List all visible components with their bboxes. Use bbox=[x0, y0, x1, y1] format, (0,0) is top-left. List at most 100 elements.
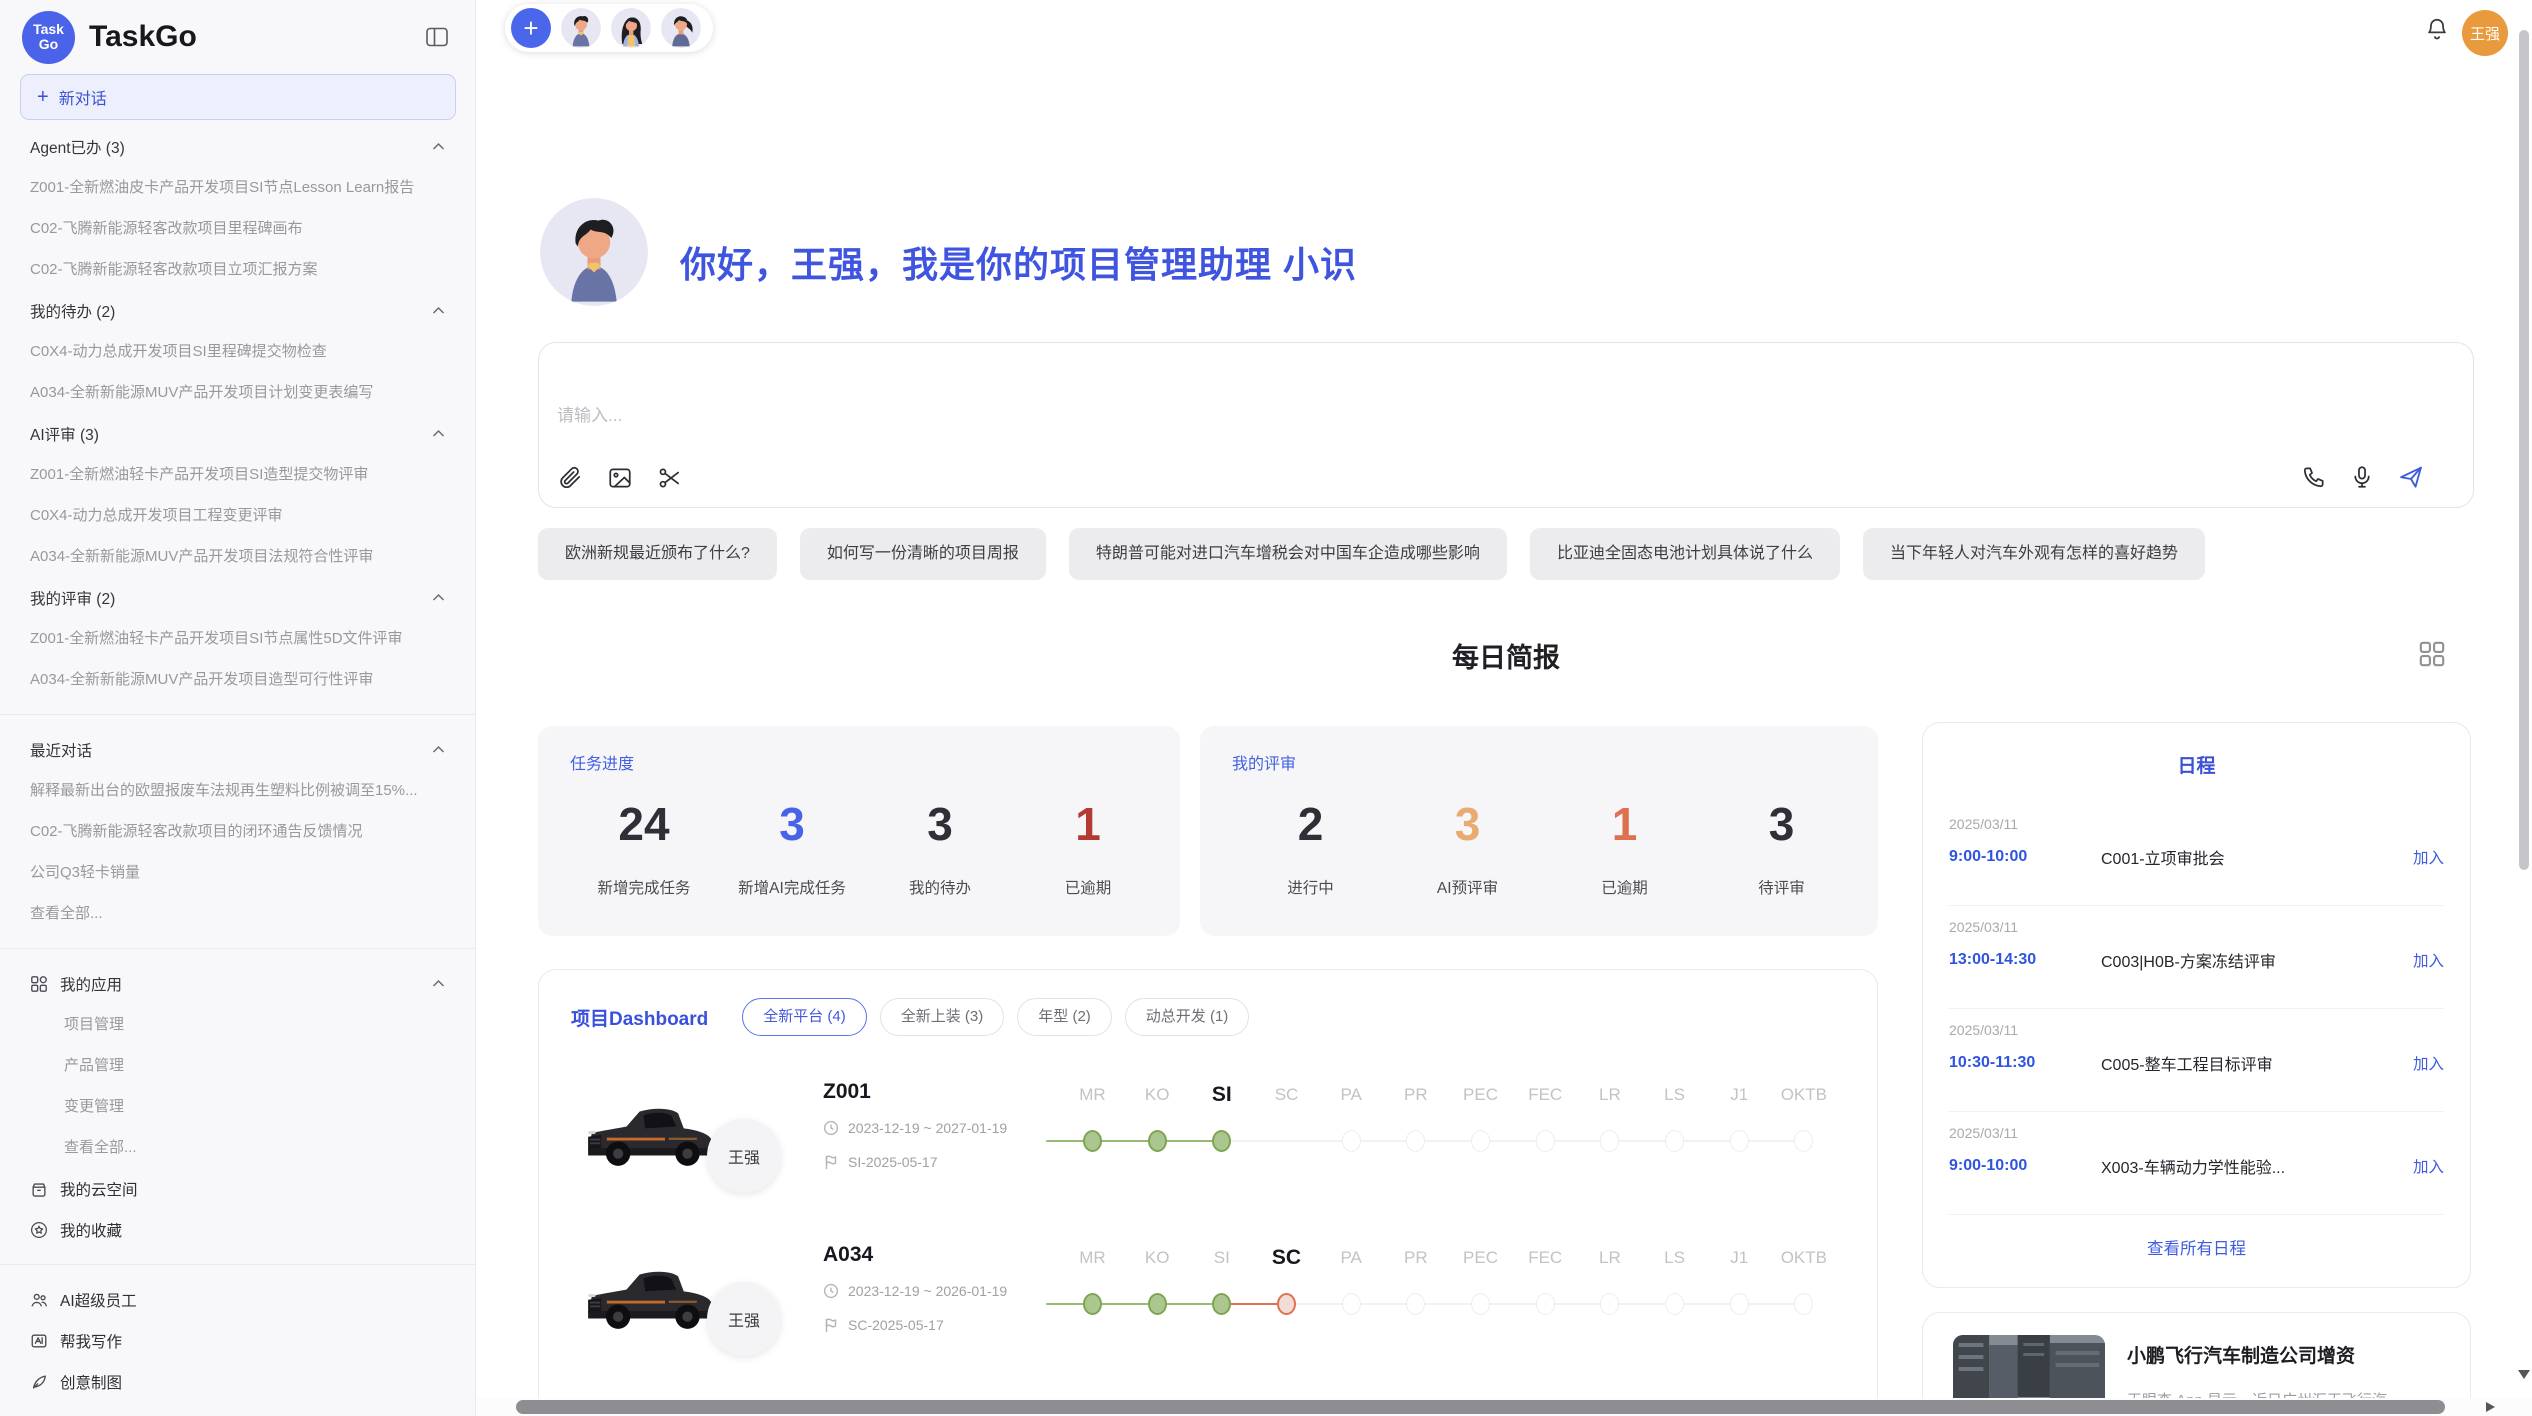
join-meeting-link[interactable]: 加入 bbox=[2413, 1052, 2444, 1074]
recent-chat-item[interactable]: 解释最新出台的欧盟报废车法规再生塑料比例被调至15%... bbox=[0, 770, 475, 811]
app-item[interactable]: 项目管理 bbox=[0, 1004, 475, 1045]
sidebar-collapse-icon[interactable] bbox=[425, 26, 449, 48]
suggestion-chip[interactable]: 比亚迪全固态电池计划具体说了什么 bbox=[1530, 528, 1840, 580]
vertical-scrollbar-thumb[interactable] bbox=[2519, 30, 2529, 870]
sidebar-tool-write[interactable]: 帮我写作 bbox=[0, 1320, 475, 1361]
milestone-dot bbox=[1730, 1130, 1749, 1152]
stat-value: 3 bbox=[718, 794, 866, 854]
app-item[interactable]: 产品管理 bbox=[0, 1045, 475, 1086]
sidebar-link-box[interactable]: 我的云空间 bbox=[0, 1168, 475, 1209]
sidebar-section-header[interactable]: 我的评审 (2) bbox=[0, 577, 475, 618]
suggestion-chip[interactable]: 特朗普可能对进口汽车增税会对中国车企造成哪些影响 bbox=[1069, 528, 1507, 580]
milestone-SC: SC bbox=[1254, 1078, 1319, 1178]
milestone-label: SC bbox=[1254, 1078, 1319, 1112]
member-avatar-2[interactable] bbox=[611, 8, 651, 48]
stat: 3待评审 bbox=[1703, 794, 1860, 898]
sidebar-links: 我的云空间我的收藏 bbox=[0, 1168, 475, 1250]
sidebar-item[interactable]: C02-飞腾新能源轻客改款项目里程碑画布 bbox=[0, 208, 475, 249]
suggestion-chip[interactable]: 如何写一份清晰的项目周报 bbox=[800, 528, 1046, 580]
new-chat-label: 新对话 bbox=[59, 85, 107, 109]
scissors-icon[interactable] bbox=[657, 465, 683, 491]
filter-pill[interactable]: 年型 (2) bbox=[1017, 998, 1112, 1036]
send-icon[interactable] bbox=[2397, 463, 2425, 491]
project-row[interactable]: 王强A0342023-12-19 ~ 2026-01-19SC-2025-05-… bbox=[539, 1241, 1878, 1404]
notification-bell-icon[interactable] bbox=[2424, 16, 2450, 49]
team-members-pill: + bbox=[505, 4, 713, 52]
chat-composer bbox=[538, 342, 2474, 508]
sidebar-item[interactable]: Z001-全新燃油轻卡产品开发项目SI造型提交物评审 bbox=[0, 454, 475, 495]
recent-chat-item[interactable]: C02-飞腾新能源轻客改款项目的闭环通告反馈情况 bbox=[0, 811, 475, 852]
sidebar-section-header[interactable]: AI评审 (3) bbox=[0, 413, 475, 454]
view-all-schedule-link[interactable]: 查看所有日程 bbox=[1923, 1235, 2470, 1259]
sidebar-tool-label: 帮我写作 bbox=[60, 1330, 122, 1352]
stat-value: 1 bbox=[1546, 794, 1703, 854]
sidebar-item[interactable]: A034-全新新能源MUV产品开发项目法规符合性评审 bbox=[0, 536, 475, 577]
sidebar-item[interactable]: A034-全新新能源MUV产品开发项目造型可行性评审 bbox=[0, 659, 475, 700]
join-meeting-link[interactable]: 加入 bbox=[2413, 1155, 2444, 1177]
member-avatar-1[interactable] bbox=[561, 8, 601, 48]
milestone-label: KO bbox=[1125, 1241, 1190, 1275]
milestone-timeline: MRKOSISCPAPRPECFECLRLSJ1OKTB bbox=[1060, 1241, 1836, 1351]
attachment-icon[interactable] bbox=[557, 465, 583, 491]
recent-chat-item[interactable]: 查看全部... bbox=[0, 893, 475, 934]
filter-pill[interactable]: 全新上装 (3) bbox=[880, 998, 1005, 1036]
sidebar-item[interactable]: C0X4-动力总成开发项目工程变更评审 bbox=[0, 495, 475, 536]
briefing-layout-icon[interactable] bbox=[2418, 640, 2446, 673]
news-title: 小鹏飞行汽车制造公司增资 bbox=[2127, 1341, 2355, 1368]
my-apps-label: 我的应用 bbox=[60, 973, 432, 995]
my-apps-header[interactable]: 我的应用 bbox=[0, 963, 475, 1004]
sidebar-section-label: 我的待办 (2) bbox=[30, 300, 432, 322]
suggestion-chip[interactable]: 欧洲新规最近颁布了什么? bbox=[538, 528, 777, 580]
chevron-up-icon bbox=[432, 429, 445, 438]
horizontal-scrollbar-thumb[interactable] bbox=[516, 1400, 2445, 1414]
milestone-PA: PA bbox=[1319, 1078, 1384, 1178]
sidebar-item[interactable]: C0X4-动力总成开发项目SI里程碑提交物检查 bbox=[0, 331, 475, 372]
phone-icon[interactable] bbox=[2301, 464, 2327, 490]
sidebar-task-sections: Agent已办 (3)Z001-全新燃油皮卡产品开发项目SI节点Lesson L… bbox=[0, 126, 475, 700]
filter-pill[interactable]: 全新平台 (4) bbox=[742, 998, 867, 1036]
project-row[interactable]: 王强Z0012023-12-19 ~ 2027-01-19SI-2025-05-… bbox=[539, 1078, 1878, 1241]
stat: 3AI预评审 bbox=[1389, 794, 1546, 898]
milestone-dot bbox=[1406, 1130, 1425, 1152]
milestone-label: FEC bbox=[1513, 1241, 1578, 1275]
schedule-item: 2025/03/119:00-10:00X003-车辆动力学性能验...加入 bbox=[1949, 1112, 2444, 1215]
add-member-button[interactable]: + bbox=[511, 8, 551, 48]
scroll-right-arrow[interactable] bbox=[2486, 1402, 2495, 1412]
recent-chat-item[interactable]: 公司Q3轻卡销量 bbox=[0, 852, 475, 893]
stat-value: 3 bbox=[1703, 794, 1860, 854]
microphone-icon[interactable] bbox=[2349, 464, 2375, 490]
join-meeting-link[interactable]: 加入 bbox=[2413, 949, 2444, 971]
sidebar-item[interactable]: C02-飞腾新能源轻客改款项目立项汇报方案 bbox=[0, 249, 475, 290]
project-vehicle-image bbox=[575, 1249, 725, 1343]
member-avatar-3[interactable] bbox=[661, 8, 701, 48]
user-avatar[interactable]: 王强 bbox=[2462, 10, 2508, 56]
join-meeting-link[interactable]: 加入 bbox=[2413, 846, 2444, 868]
sidebar-tool-feather[interactable]: 创意制图 bbox=[0, 1361, 475, 1402]
app-title: TaskGo bbox=[89, 20, 425, 54]
scroll-down-arrow[interactable] bbox=[2518, 1370, 2530, 1379]
sidebar-section-header[interactable]: 我的待办 (2) bbox=[0, 290, 475, 331]
project-milestone-date: SC-2025-05-17 bbox=[848, 1317, 944, 1333]
app-item[interactable]: 查看全部... bbox=[0, 1127, 475, 1168]
image-icon[interactable] bbox=[607, 465, 633, 491]
composer-right-tools bbox=[2301, 463, 2425, 491]
sidebar-link-star[interactable]: 我的收藏 bbox=[0, 1209, 475, 1250]
sidebar-item[interactable]: A034-全新新能源MUV产品开发项目计划变更表编写 bbox=[0, 372, 475, 413]
stat-value: 2 bbox=[1232, 794, 1389, 854]
suggestion-chip[interactable]: 当下年轻人对汽车外观有怎样的喜好趋势 bbox=[1863, 528, 2205, 580]
sidebar-item[interactable]: Z001-全新燃油轻卡产品开发项目SI节点属性5D文件评审 bbox=[0, 618, 475, 659]
chevron-up-icon bbox=[432, 142, 445, 151]
app-item[interactable]: 变更管理 bbox=[0, 1086, 475, 1127]
new-chat-button[interactable]: + 新对话 bbox=[20, 74, 456, 120]
sidebar-section-header[interactable]: Agent已办 (3) bbox=[0, 126, 475, 167]
composer-left-tools bbox=[557, 465, 683, 491]
dashboard-header: 项目Dashboard 全新平台 (4)全新上装 (3)年型 (2)动总开发 (… bbox=[571, 998, 1249, 1036]
chat-input[interactable] bbox=[557, 359, 2447, 443]
stat: 3我的待办 bbox=[866, 794, 1014, 898]
flag-icon bbox=[823, 1154, 839, 1170]
sidebar-item[interactable]: Z001-全新燃油皮卡产品开发项目SI节点Lesson Learn报告 bbox=[0, 167, 475, 208]
recent-chats-header[interactable]: 最近对话 bbox=[0, 729, 475, 770]
filter-pill[interactable]: 动总开发 (1) bbox=[1125, 998, 1250, 1036]
sidebar-section-label: AI评审 (3) bbox=[30, 423, 432, 445]
sidebar-tool-people[interactable]: AI超级员工 bbox=[0, 1279, 475, 1320]
